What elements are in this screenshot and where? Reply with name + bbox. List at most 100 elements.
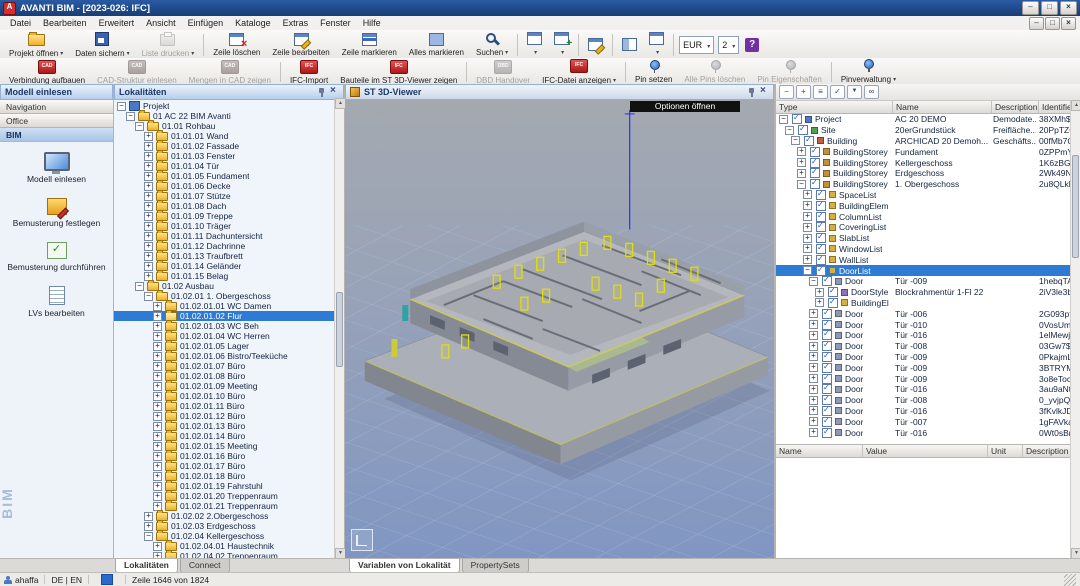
checkbox[interactable] — [798, 125, 808, 135]
ifc-tree-row[interactable]: Door Tür -016 3fKvlkJDEpDfN_3UWn5 — [776, 406, 1080, 417]
language-toggle[interactable]: DE | EN — [51, 575, 82, 585]
checkbox[interactable] — [816, 266, 826, 276]
toolbar-button[interactable]: Alle Pins löschen — [678, 59, 751, 85]
column-header[interactable]: Description — [992, 101, 1039, 113]
checkbox[interactable] — [816, 190, 826, 200]
toolbar-button[interactable]: Pinverwaltung — [835, 59, 902, 85]
expander-icon[interactable] — [153, 302, 162, 311]
expander-icon[interactable] — [803, 190, 812, 199]
locality-tree-item[interactable]: 01.02.01.09 Meeting — [114, 381, 344, 391]
toolbar-button[interactable]: Verbindung aufbauen — [3, 59, 91, 85]
expander-icon[interactable] — [144, 142, 153, 151]
expander-icon[interactable] — [144, 152, 153, 161]
ifc-tree-row[interactable]: Door Tür -009 0PkajmLAmQHPxAogo9 — [776, 352, 1080, 363]
sidebar-action[interactable]: LVs bearbeiten — [0, 286, 113, 318]
checkbox[interactable] — [810, 158, 820, 168]
toolbar-button[interactable]: Zeile löschen — [207, 31, 266, 59]
expander-icon[interactable] — [809, 428, 818, 437]
ifc-tree-row[interactable]: BuildingStorey Kellergeschoss 1K6zBGpTwG… — [776, 157, 1080, 168]
locality-tree-item[interactable]: 01.02.01.15 Meeting — [114, 441, 344, 451]
ifc-tree-row[interactable]: Site 20erGrundstück Freifläche... 20PpTZ… — [776, 125, 1080, 136]
close-panel-icon[interactable] — [760, 88, 769, 97]
collapse-all-icon[interactable] — [779, 85, 794, 99]
scroll-thumb[interactable] — [336, 292, 343, 368]
expander-icon[interactable] — [797, 147, 806, 156]
ifc-tree-row[interactable]: Door Tür -008 03Gw7$T$GxW04yG_1W — [776, 341, 1080, 352]
toolbar-button[interactable]: Projekt öffnen — [3, 31, 69, 59]
expander-icon[interactable] — [153, 392, 162, 401]
locality-tree-item[interactable]: 01.01.10 Träger — [114, 221, 344, 231]
locality-tree-item[interactable]: 01.02.01.06 Bistro/Teeküche — [114, 351, 344, 361]
menu-item[interactable]: Extras — [277, 18, 315, 28]
expander-icon[interactable] — [797, 180, 806, 189]
ifc-tree-row[interactable]: BuildingStorey 1. Obergeschoss 2u8QLkhhx… — [776, 179, 1080, 190]
expander-icon[interactable] — [803, 234, 812, 243]
locality-tree-item[interactable]: Projekt — [114, 101, 344, 111]
pin-panel-icon[interactable] — [318, 88, 326, 97]
expander-icon[interactable] — [803, 223, 812, 232]
column-header[interactable]: Type — [776, 101, 893, 113]
expander-icon[interactable] — [126, 112, 135, 121]
toolbar-button[interactable]: Daten sichern — [69, 31, 135, 59]
mdi-restore-icon[interactable] — [1045, 17, 1060, 30]
ifc-tree-row[interactable]: BuildingElementPr... — [776, 200, 1080, 211]
maximize-icon[interactable] — [1041, 1, 1058, 15]
ifc-tree-row[interactable]: Door Tür -009 3o8eTocvURHPtYDD5KL — [776, 373, 1080, 384]
expander-icon[interactable] — [797, 169, 806, 178]
expander-icon[interactable] — [809, 374, 818, 383]
window-split-button[interactable] — [643, 31, 670, 59]
expander-icon[interactable] — [153, 422, 162, 431]
toolbar-button[interactable]: Mengen in CAD zeigen — [183, 59, 277, 85]
property-column-header[interactable]: Value — [863, 445, 988, 457]
ifc-tree-row[interactable]: Door Tür -016 3au9aNtggzGjq1o0U0nt — [776, 384, 1080, 395]
locality-tree-item[interactable]: 01.02.01.14 Büro — [114, 431, 344, 441]
ifc-tree-row[interactable]: Door Tür -007 1gFAVka1K63hE_I7Snzc — [776, 416, 1080, 427]
ifc-tree-row[interactable]: Door Tür -008 0_yvjpQGgg3g83ys0oU — [776, 395, 1080, 406]
expander-icon[interactable] — [117, 102, 126, 111]
currency-select[interactable]: EUR — [679, 36, 714, 54]
checkbox[interactable] — [822, 352, 832, 362]
locality-tree-item[interactable]: 01.02.01.21 Treppenraum — [114, 501, 344, 511]
mdi-minimize-icon[interactable] — [1029, 17, 1044, 30]
locality-tree-item[interactable]: 01.01.06 Decke — [114, 181, 344, 191]
locality-tree-item[interactable]: 01.02.01.07 Büro — [114, 361, 344, 371]
ifc-scrollbar[interactable] — [1070, 100, 1080, 559]
expander-icon[interactable] — [144, 162, 153, 171]
checkbox[interactable] — [822, 363, 832, 373]
expander-icon[interactable] — [153, 322, 162, 331]
locality-tree-item[interactable]: 01.02.01.11 Büro — [114, 401, 344, 411]
locality-tree-item[interactable]: 01.01.01 Wand — [114, 131, 344, 141]
ifc-tree-row[interactable]: DoorStyle Blockrahmentür 1-Fl 22 2iV3le3… — [776, 287, 1080, 298]
ifc-tree-row[interactable]: Door Tür -016 0Wt0sBmcaYGOO78$ua — [776, 427, 1080, 438]
locality-tree-item[interactable]: 01.02.01 1. Obergeschoss — [114, 291, 344, 301]
expander-icon[interactable] — [144, 132, 153, 141]
toolbar-button[interactable]: DBD Handover — [470, 59, 536, 85]
checkbox[interactable] — [810, 168, 820, 178]
locality-tree-item[interactable]: 01.02.01.16 Büro — [114, 451, 344, 461]
checkbox[interactable] — [822, 330, 832, 340]
expander-icon[interactable] — [144, 292, 153, 301]
ifc-tree-row[interactable]: CoveringList — [776, 222, 1080, 233]
expander-icon[interactable] — [153, 352, 162, 361]
ifc-tree-row[interactable]: WallList — [776, 254, 1080, 265]
checkbox[interactable] — [822, 417, 832, 427]
checkbox[interactable] — [822, 374, 832, 384]
expander-icon[interactable] — [144, 182, 153, 191]
table-edit-button[interactable] — [582, 31, 609, 59]
ifc-tree-row[interactable]: BuildingElem... — [776, 298, 1080, 309]
locality-tree-item[interactable]: 01.01.04 Tür — [114, 161, 344, 171]
expander-icon[interactable] — [803, 266, 812, 275]
checkbox[interactable] — [828, 287, 838, 297]
checkbox[interactable] — [792, 114, 802, 124]
expander-icon[interactable] — [144, 232, 153, 241]
expander-icon[interactable] — [144, 242, 153, 251]
ifc-tree-row[interactable]: Door Tür -010 0VosUm7PE3Gxrg74KjUF — [776, 319, 1080, 330]
locality-tree-item[interactable]: 01.01.07 Stütze — [114, 191, 344, 201]
expander-icon[interactable] — [144, 262, 153, 271]
sidebar-action[interactable]: Bemusterung festlegen — [0, 198, 113, 228]
level-select[interactable]: 2 — [718, 36, 739, 54]
checkbox[interactable] — [822, 384, 832, 394]
checkbox[interactable] — [816, 222, 826, 232]
locality-tree-item[interactable]: 01.02.04.01 Haustechnik — [114, 541, 344, 551]
checkbox[interactable] — [822, 309, 832, 319]
